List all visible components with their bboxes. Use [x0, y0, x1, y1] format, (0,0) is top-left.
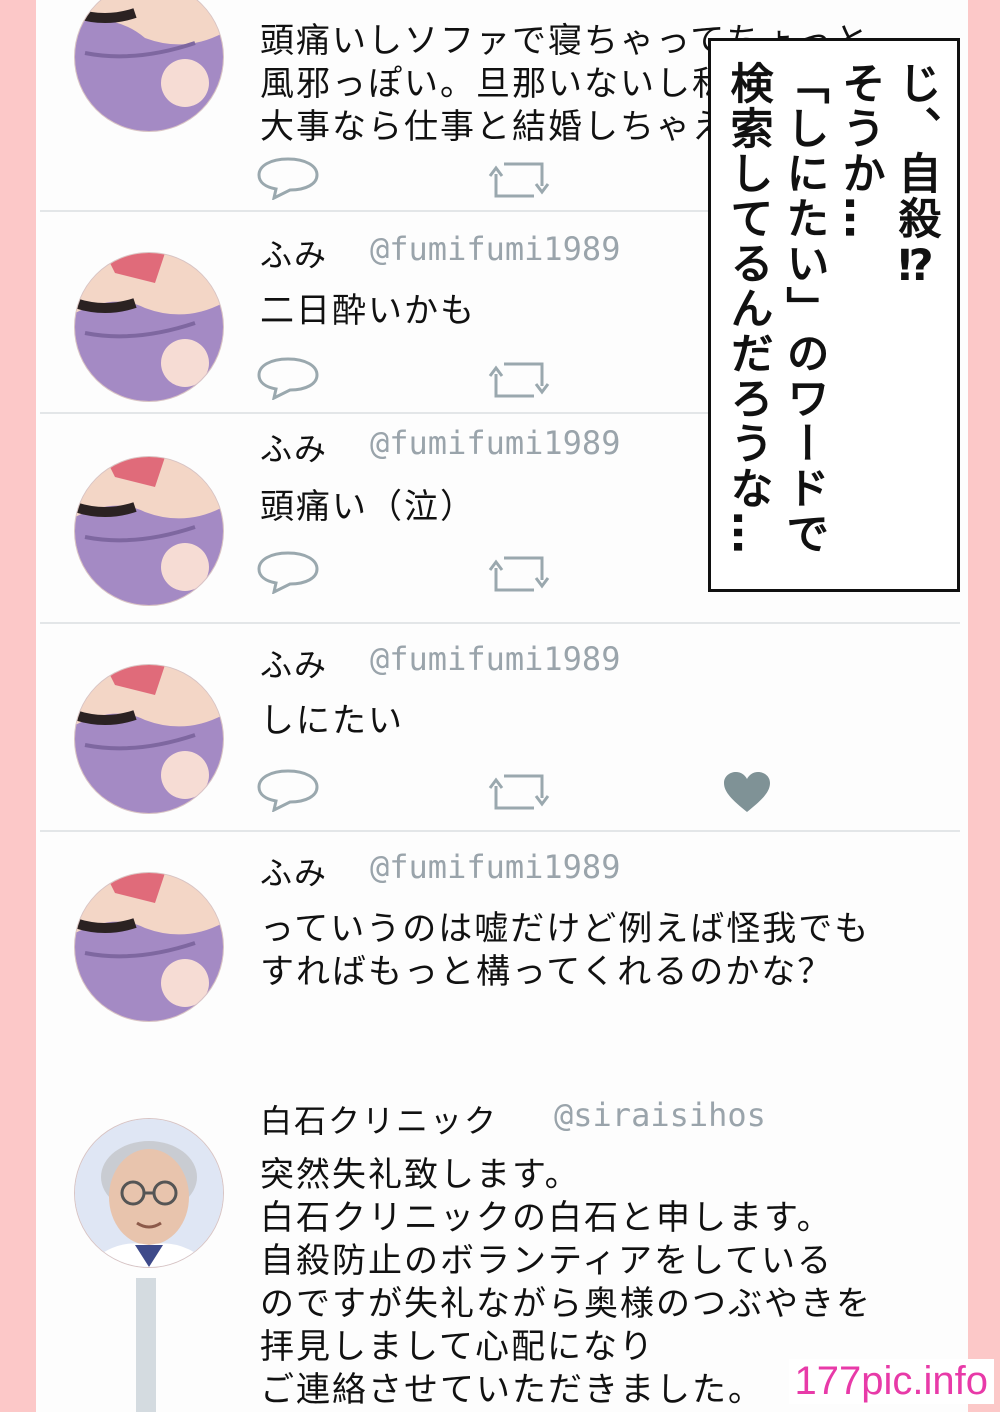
avatar[interactable] — [74, 872, 224, 1022]
retweet-icon[interactable] — [488, 772, 550, 812]
reply-icon[interactable] — [256, 156, 320, 200]
thread-line — [136, 1278, 156, 1412]
user-handle[interactable]: @fumifumi1989 — [370, 848, 620, 886]
reply-icon[interactable] — [256, 768, 320, 812]
user-handle[interactable]: @fumifumi1989 — [370, 230, 620, 268]
caption-line: じ、自殺⁉ — [891, 61, 941, 293]
divider — [40, 622, 960, 624]
tweet-text: 突然失礼致します。 白石クリニックの白石と申します。 自殺防止のボランティアをし… — [260, 1155, 872, 1410]
retweet-icon[interactable] — [488, 554, 550, 594]
tweet-text: っていうのは嘘だけど例えば怪我でも すればもっと構ってくれるのかな？ — [260, 909, 871, 992]
tweet-text: 二日酔いかも — [260, 291, 476, 331]
avatar[interactable] — [74, 456, 224, 606]
caption-line: 「しにたい」のワードで — [779, 61, 829, 556]
watermark: 177pic.info — [788, 1359, 994, 1404]
reply-icon[interactable] — [256, 356, 320, 400]
user-handle[interactable]: @fumifumi1989 — [370, 424, 620, 462]
avatar[interactable] — [74, 0, 224, 132]
retweet-icon[interactable] — [488, 360, 550, 400]
user-name[interactable]: ふみ — [260, 848, 328, 894]
doctor-avatar[interactable] — [74, 1118, 224, 1268]
clinic-handle[interactable]: @siraisihos — [554, 1096, 766, 1134]
reply-icon[interactable] — [256, 550, 320, 594]
user-name[interactable]: ふみ — [260, 640, 328, 686]
avatar[interactable] — [74, 664, 224, 814]
tweet-text: 頭痛い（泣） — [260, 487, 476, 527]
tweet-text: しにたい — [260, 701, 404, 741]
user-handle[interactable]: @fumifumi1989 — [370, 640, 620, 678]
caption-box: じ、自殺⁉ そうか… 「しにたい」のワードで 検索してるんだろうな… — [708, 38, 960, 592]
retweet-icon[interactable] — [488, 160, 550, 200]
user-name[interactable]: ふみ — [260, 230, 328, 276]
like-heart-icon[interactable] — [722, 770, 772, 814]
user-name[interactable]: ふみ — [260, 424, 328, 470]
avatar[interactable] — [74, 252, 224, 402]
clinic-name[interactable]: 白石クリニック — [260, 1096, 498, 1142]
divider — [40, 830, 960, 832]
caption-line: 検索してるんだろうな… — [723, 61, 773, 556]
caption-line: そうか… — [835, 61, 885, 241]
